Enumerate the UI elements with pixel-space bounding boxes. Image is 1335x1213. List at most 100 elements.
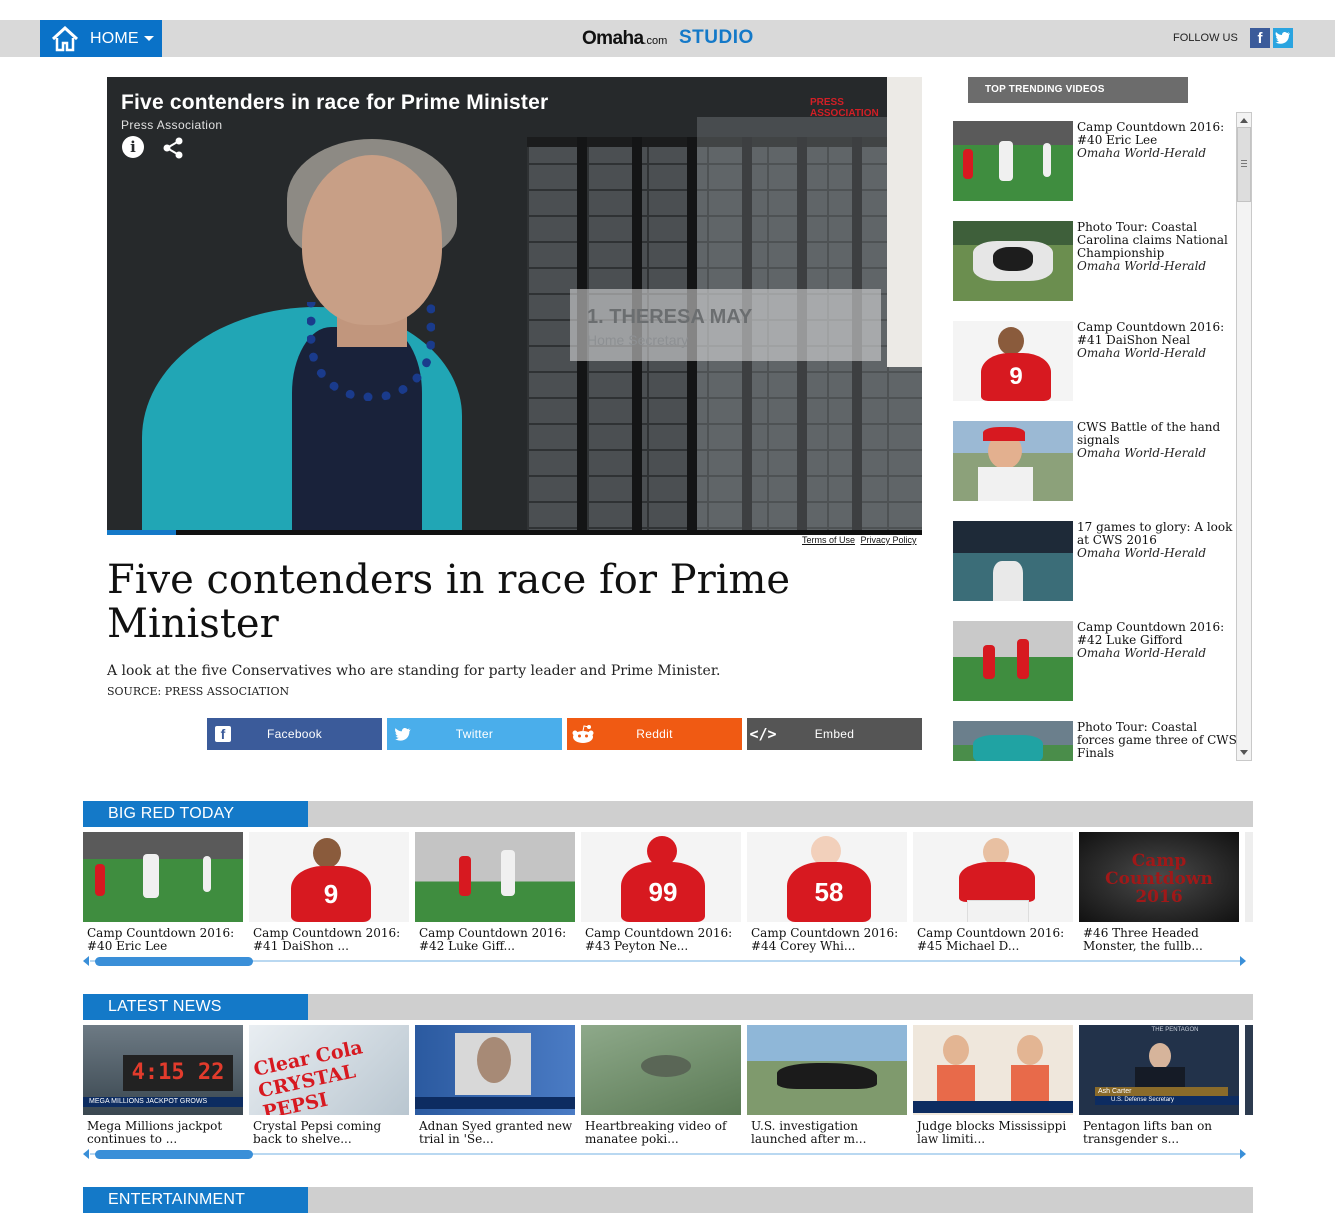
big-red-today-strip: Camp Countdown 2016: #40 Eric Lee 9 Camp… [83,832,1253,972]
trending-heading: TOP TRENDING VIDEOS [968,77,1188,103]
site-logo[interactable]: Omaha.com [582,28,667,50]
trending-item[interactable]: Photo Tour: Coastal Carolina claims Nati… [952,212,1242,301]
scroller-thumb[interactable] [95,1150,253,1159]
thumb-field [953,621,1073,701]
trending-thumbnail: 9 [953,321,1073,401]
privacy-policy-link[interactable]: Privacy Policy [861,535,917,545]
video-card[interactable]: Camp Countdown 2016 #46 Three Headed Mon… [1079,832,1239,953]
video-card[interactable]: 58 Camp Countdown 2016: #44 Corey Whi... [747,832,907,953]
logo-suffix: .com [643,35,668,47]
arrow-right-icon[interactable] [1240,1149,1246,1159]
thumb-team-pile [993,247,1033,271]
video-card[interactable]: U.S. investigation launched after m... [747,1025,907,1146]
trending-title-text: Photo Tour: Coastal Carolina claims Nati… [1077,220,1228,260]
video-card[interactable]: Camp Countdown 2016: #42 Luke Giff... [415,832,575,953]
trending-scrollbar-thumb[interactable] [1237,127,1251,202]
trending-item[interactable]: CWS Battle of the hand signals Omaha Worl… [952,412,1242,501]
trending-item[interactable]: Camp Countdown 2016: #40 Eric Lee Omaha W… [952,112,1242,201]
card-thumbnail [415,1025,575,1115]
scroll-up-icon[interactable] [1240,118,1248,123]
share-facebook-button[interactable]: f Facebook [207,718,382,750]
share-reddit-button[interactable]: Reddit [567,718,742,750]
twitter-icon[interactable] [1273,28,1293,48]
video-figure-face [302,155,442,325]
embed-button[interactable]: </> Embed [747,718,922,750]
video-card[interactable]: Heartbreaking video of manatee poki... [581,1025,741,1146]
thumb-caption: MEGA MILLIONS JACKPOT GROWS [83,1097,243,1107]
trending-item[interactable]: Photo Tour: Coastal forces game three of… [952,712,1242,761]
thumb-player [963,149,973,179]
video-card[interactable]: 4:15 22 MEGA MILLIONS JACKPOT GROWS Mega… [83,1025,243,1146]
big-red-carousel-scroller[interactable] [83,955,1253,967]
card-title: U.S. investigation launched after m... [751,1119,867,1146]
latest-news-header: LATEST NEWS [83,994,1253,1020]
trending-thumbnail [953,121,1073,201]
trending-list: Camp Countdown 2016: #40 Eric Lee Omaha W… [952,112,1253,761]
thumb-player [501,850,515,896]
video-card-partial[interactable] [1245,1025,1253,1115]
twitter-icon [387,718,419,750]
thumb-player [999,141,1013,181]
video-card[interactable]: Adnan Syed granted new trial in 'Se... [415,1025,575,1146]
video-card[interactable]: THE PENTAGON Ash Carter U.S. Defense Sec… [1079,1025,1239,1146]
thumb-head [477,1037,511,1083]
trending-item[interactable]: Camp Countdown 2016: #42 Luke Gifford Oma… [952,612,1242,701]
trending-title-text: CWS Battle of the hand signals [1077,420,1221,447]
card-title: Camp Countdown 2016: #43 Peyton Ne... [585,926,733,953]
trending-title: Photo Tour: Coastal forces game three of… [1077,721,1237,760]
card-title: Camp Countdown 2016: #44 Corey Whi... [751,926,899,953]
thumb-player [1043,143,1051,177]
latest-news-carousel-scroller[interactable] [83,1148,1253,1160]
card-thumbnail: 58 [747,832,907,922]
share-twitter-button[interactable]: Twitter [387,718,562,750]
home-menu-button[interactable]: HOME [40,20,162,57]
thumb-player [203,856,211,892]
thumb-jersey-number: 9 [291,866,371,922]
facebook-icon[interactable]: f [1250,28,1270,48]
trending-title: Camp Countdown 2016: #42 Luke Gifford Oma… [1077,621,1237,660]
latest-news-tab[interactable]: LATEST NEWS [83,994,308,1020]
video-card[interactable]: 99 Camp Countdown 2016: #43 Peyton Ne... [581,832,741,953]
arrow-left-icon[interactable] [83,1149,89,1159]
card-thumbnail [747,1025,907,1115]
arrow-right-icon[interactable] [1240,956,1246,966]
card-title: Adnan Syed granted new trial in 'Se... [419,1119,573,1146]
trending-thumbnail [953,621,1073,701]
video-progress-fill [107,530,177,535]
video-player[interactable]: Five contenders in race for Prime Minist… [107,77,922,535]
video-card[interactable]: 9 Camp Countdown 2016: #41 DaiShon ... [249,832,409,953]
arrow-left-icon[interactable] [83,956,89,966]
trending-item[interactable]: 9 Camp Countdown 2016: #41 DaiShon Neal O… [952,312,1242,401]
thumb-caption-bar [415,1097,575,1109]
card-thumbnail [581,1025,741,1115]
card-thumbnail [415,832,575,922]
thumb-jackpot-numbers: 4:15 22 [123,1055,233,1091]
trending-title: CWS Battle of the hand signals Omaha Worl… [1077,421,1237,460]
video-card[interactable]: Judge blocks Mississippi law limiti... [913,1025,1073,1146]
thumb-jersey-number: 58 [787,862,871,922]
terms-of-use-link[interactable]: Terms of Use [802,535,855,545]
video-card[interactable]: Camp Countdown 2016: #40 Eric Lee [83,832,243,953]
video-card[interactable]: Camp Countdown 2016: #45 Michael D... [913,832,1073,953]
video-card-partial[interactable] [1245,832,1253,922]
card-title: Mega Millions jackpot continues to ... [87,1119,223,1146]
info-icon[interactable]: i [122,136,144,158]
thumb-caption-bar [913,1101,1073,1113]
lower-third-role: Home Secretary [587,332,689,348]
thumb-promo-text: Camp Countdown 2016 [1105,851,1213,907]
scroll-down-icon[interactable] [1240,750,1248,755]
entertainment-tab[interactable]: ENTERTAINMENT [83,1187,308,1213]
trending-title: Camp Countdown 2016: #41 DaiShon Neal Oma… [1077,321,1237,360]
trending-source: Omaha World-Herald [1077,446,1207,460]
thumb-player [459,856,471,896]
share-icon[interactable] [161,136,185,160]
trending-item[interactable]: 17 games to glory: A look at CWS 2016 Oma… [952,512,1242,601]
thumb-head [313,838,341,868]
video-card[interactable]: Clear Cola CRYSTAL PEPSI Crystal Pepsi c… [249,1025,409,1146]
card-thumbnail [913,832,1073,922]
scroller-thumb[interactable] [95,957,253,966]
trending-scrollbar[interactable] [1236,112,1252,761]
big-red-today-tab[interactable]: BIG RED TODAY [83,801,308,827]
studio-link[interactable]: STUDIO [679,27,754,49]
scroller-track [90,1153,1245,1155]
